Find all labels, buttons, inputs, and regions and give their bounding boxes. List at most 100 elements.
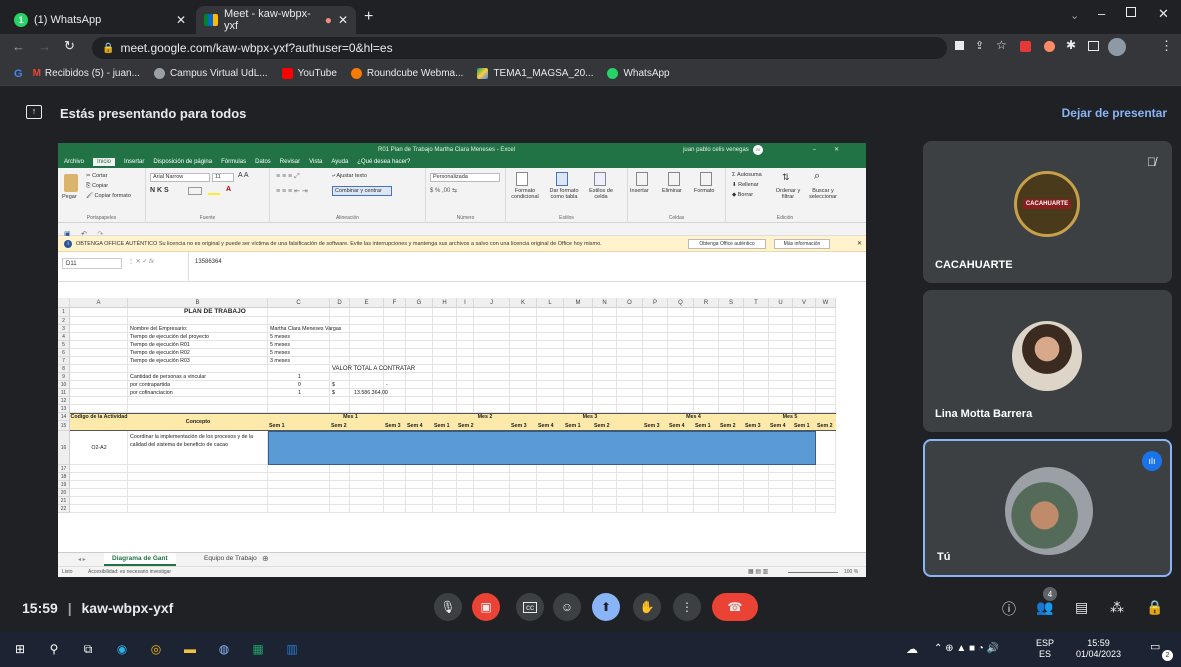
column-header[interactable]: E <box>350 298 384 308</box>
window-close-button[interactable]: ✕ <box>1158 6 1169 22</box>
language-indicator[interactable]: ESP ES <box>1036 638 1054 660</box>
maximize-button[interactable] <box>1126 7 1136 17</box>
new-tab-button[interactable]: + <box>364 8 373 26</box>
bookmark-item[interactable]: TEMA1_MAGSA_20... <box>477 68 593 79</box>
windows-start-icon[interactable]: ⊞ <box>10 639 30 659</box>
people-icon[interactable]: 👥 <box>1036 599 1053 616</box>
borders-icon[interactable] <box>188 187 202 195</box>
row-header[interactable]: 9 <box>58 373 70 381</box>
system-tray-icons[interactable]: ⌃ ⊕ ▲ ■ ◔ 🔊 <box>934 643 999 654</box>
fill-button[interactable]: ⬇ Rellenar <box>732 182 759 188</box>
sheet-tab-gant[interactable]: Diagrama de Gant <box>104 553 176 566</box>
menu-formulas[interactable]: Fórmulas <box>221 159 246 165</box>
menu-inicio[interactable]: Inicio <box>93 158 116 166</box>
column-header[interactable]: B <box>128 298 268 308</box>
view-icons[interactable]: ▦ ▤ ▥ <box>748 568 768 575</box>
chrome-window-icon[interactable]: ◍ <box>214 639 234 659</box>
edge-icon[interactable]: ◉ <box>112 639 132 659</box>
row-header[interactable]: 22 <box>58 505 70 513</box>
more-options-button[interactable]: ⋮ <box>673 593 701 621</box>
weather-icon[interactable]: ☁ <box>902 639 922 659</box>
raise-hand-button[interactable]: ✋ <box>633 593 661 621</box>
address-bar[interactable]: 🔒 meet.google.com/kaw-wbpx-yxf?authuser=… <box>92 37 947 59</box>
row-header[interactable]: 12 <box>58 397 70 405</box>
row-header[interactable]: 13 <box>58 405 70 413</box>
reactions-button[interactable]: ☺ <box>553 593 581 621</box>
row-header[interactable]: 3 <box>58 325 70 333</box>
row-header[interactable]: 19 <box>58 481 70 489</box>
pdf-extension-icon[interactable] <box>1020 41 1031 52</box>
close-icon[interactable]: ✕ <box>176 13 186 27</box>
row-header[interactable]: 6 <box>58 349 70 357</box>
insert-cells-icon[interactable] <box>636 172 648 186</box>
chat-icon[interactable]: ▤ <box>1075 599 1088 616</box>
column-header[interactable]: H <box>433 298 457 308</box>
number-format-icons[interactable]: $ % ,00 ⇆ <box>430 187 457 194</box>
minimize-button[interactable]: – <box>1098 6 1105 21</box>
menu-datos[interactable]: Datos <box>255 159 271 165</box>
clock[interactable]: 15:59 01/04/2023 <box>1076 638 1121 660</box>
copy-button[interactable]: ⎘ Copiar <box>86 183 108 190</box>
forward-icon[interactable]: → <box>38 39 51 54</box>
menu-archivo[interactable]: Archivo <box>64 159 84 165</box>
paste-icon[interactable] <box>64 174 78 192</box>
row-header[interactable]: 21 <box>58 497 70 505</box>
menu-ayuda[interactable]: Ayuda <box>331 159 348 165</box>
format-painter-button[interactable]: 🖌 Copiar formato <box>86 193 131 199</box>
cell-styles-icon[interactable] <box>594 172 606 186</box>
column-header[interactable]: A <box>70 298 128 308</box>
bold-italic-underline[interactable]: N K S <box>150 187 169 194</box>
sheet-nav-icon[interactable]: ◂ ▸ <box>78 556 86 563</box>
menu-insertar[interactable]: Insertar <box>124 159 144 165</box>
row-header[interactable]: 10 <box>58 381 70 389</box>
mic-button[interactable]: 🎙 <box>434 593 462 621</box>
tab-search-icon[interactable]: ⌄ <box>1070 9 1079 22</box>
zoom-slider[interactable] <box>788 572 838 573</box>
column-header[interactable]: D <box>330 298 350 308</box>
row-header[interactable]: 14 <box>58 413 70 421</box>
format-cells-icon[interactable] <box>700 172 712 186</box>
row-header[interactable]: 15 <box>58 421 70 431</box>
puzzle-icon[interactable]: ✱ <box>1066 38 1076 52</box>
stop-presenting-button[interactable]: Dejar de presentar <box>1062 106 1167 120</box>
row-header[interactable]: 20 <box>58 489 70 497</box>
close-icon[interactable]: ✕ <box>834 146 839 153</box>
cut-button[interactable]: ✂ Cortar <box>86 173 107 179</box>
row-header[interactable]: 5 <box>58 341 70 349</box>
google-icon[interactable]: G <box>14 68 23 80</box>
clear-button[interactable]: ◆ Borrar <box>732 192 753 198</box>
extension-icon[interactable] <box>1044 41 1055 52</box>
column-header[interactable]: C <box>268 298 330 308</box>
spreadsheet-grid[interactable]: A B C D E F G H I J K L M N O P Q R S T U V W 1 2 3 4 5 6 7 8 9 10 11 12 13… <box>58 298 866 552</box>
camera-off-button[interactable]: ▣ <box>472 593 500 621</box>
search-icon[interactable]: ⚲ <box>44 639 64 659</box>
column-header[interactable]: P <box>643 298 668 308</box>
column-header[interactable]: J <box>474 298 510 308</box>
fill-color-icon[interactable] <box>208 187 220 195</box>
add-sheet-button[interactable]: ⊕ <box>262 554 269 563</box>
bookmark-item[interactable]: Roundcube Webma... <box>350 68 463 79</box>
side-panel-icon[interactable] <box>1088 41 1099 51</box>
participant-tile-self[interactable]: ılı Tú <box>923 439 1172 577</box>
column-header[interactable]: W <box>816 298 836 308</box>
row-header[interactable]: 11 <box>58 389 70 397</box>
row-header[interactable]: 7 <box>58 357 70 365</box>
column-header[interactable]: O <box>617 298 643 308</box>
back-icon[interactable]: ← <box>12 39 25 54</box>
excel-taskbar-icon[interactable]: ▦ <box>248 639 268 659</box>
activities-icon[interactable]: ⁂ <box>1110 599 1124 616</box>
column-header[interactable]: G <box>406 298 433 308</box>
merge-center-button[interactable]: Combinar y centrar <box>332 186 392 196</box>
column-header[interactable]: N <box>593 298 617 308</box>
column-header[interactable]: F <box>384 298 406 308</box>
close-icon[interactable]: ✕ <box>857 240 862 247</box>
menu-vista[interactable]: Vista <box>309 159 322 165</box>
column-header[interactable]: Q <box>668 298 694 308</box>
row-header[interactable]: 1 <box>58 308 70 317</box>
row-header[interactable]: 8 <box>58 365 70 373</box>
leave-call-button[interactable]: ☎ <box>712 593 758 621</box>
wrap-text-button[interactable]: ⤶ Ajustar texto <box>332 173 367 180</box>
host-controls-icon[interactable]: 🔒 <box>1146 599 1163 616</box>
word-taskbar-icon[interactable]: ▥ <box>282 639 302 659</box>
column-header[interactable]: T <box>744 298 769 308</box>
